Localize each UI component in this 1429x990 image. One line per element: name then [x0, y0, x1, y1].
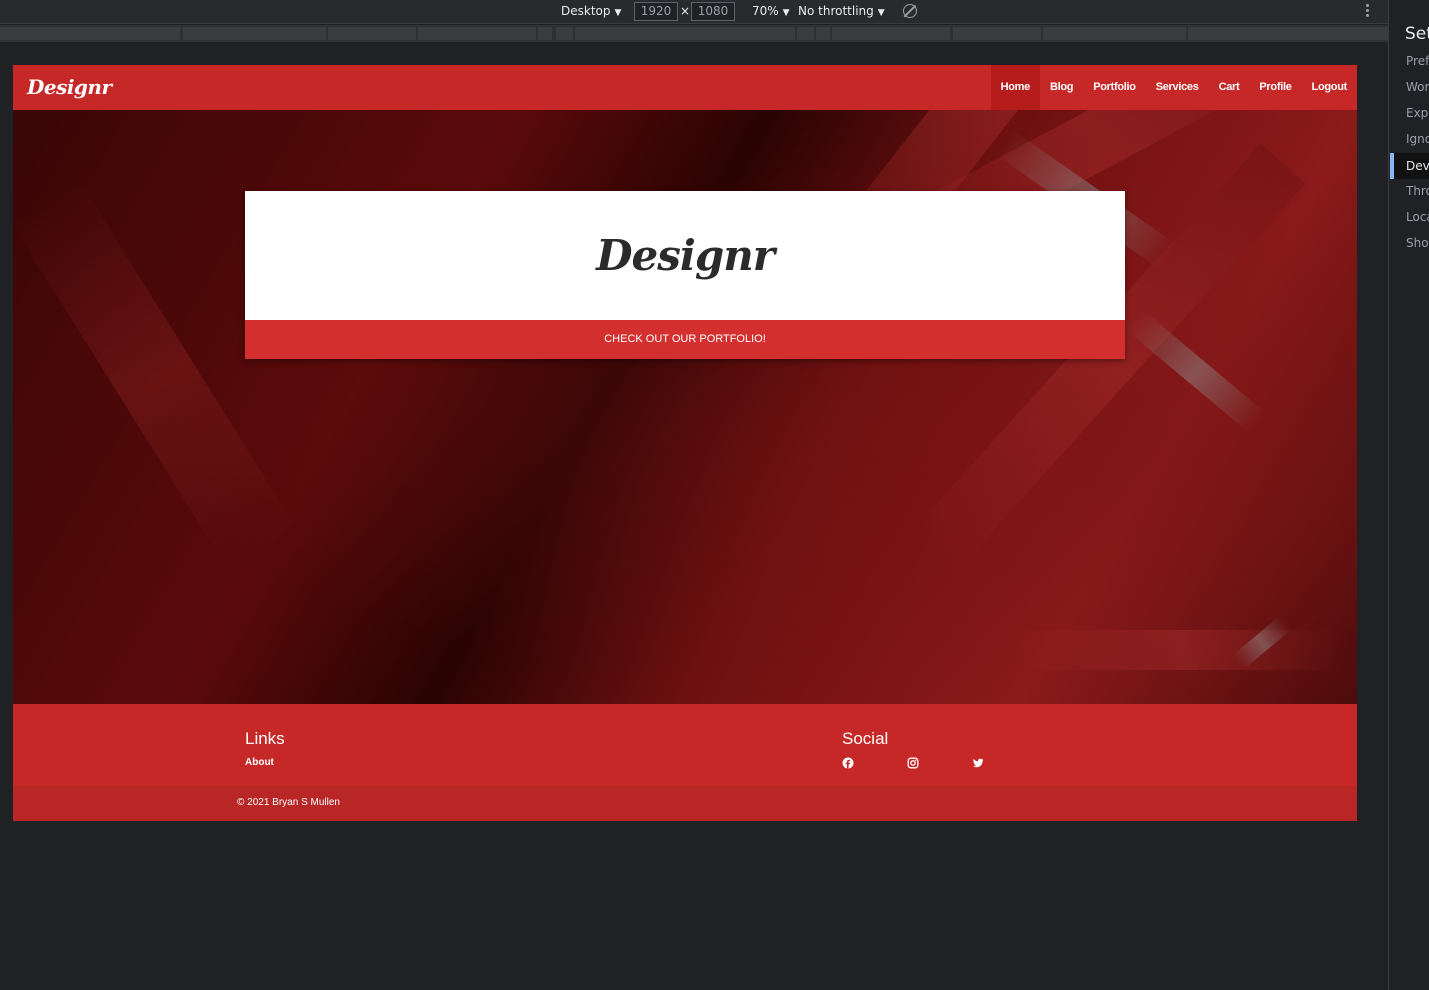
social-heading: Social	[842, 729, 889, 748]
brand-logo[interactable]: Designr	[27, 75, 112, 99]
nav-home[interactable]: Home	[990, 65, 1040, 110]
more-options-icon[interactable]	[1362, 3, 1372, 21]
nav-cart[interactable]: Cart	[1209, 65, 1250, 110]
settings-title: Settings	[1405, 24, 1429, 44]
facebook-icon[interactable]	[842, 757, 854, 769]
chevron-down-icon: ▼	[614, 8, 622, 18]
settings-panel: Settings Preferences Workspace Experimen…	[1389, 0, 1429, 990]
media-query-ruler[interactable]	[0, 25, 1388, 42]
nav-portfolio[interactable]: Portfolio	[1083, 65, 1146, 110]
throttling-select-label: No throttling	[798, 4, 874, 18]
copyright: © 2021 Bryan S Mullen	[237, 797, 340, 808]
height-input[interactable]: 1080	[691, 2, 735, 21]
settings-item-shortcuts[interactable]: Shortcuts	[1406, 236, 1429, 250]
rotate-icon[interactable]	[903, 4, 917, 18]
links-heading: Links	[245, 729, 285, 748]
nav-profile[interactable]: Profile	[1249, 65, 1301, 110]
nav-logout[interactable]: Logout	[1302, 65, 1357, 110]
nav-blog[interactable]: Blog	[1040, 65, 1083, 110]
width-input[interactable]: 1920	[634, 2, 678, 21]
hero-section: Designr CHECK OUT OUR PORTFOLIO!	[13, 110, 1357, 704]
settings-item-preferences[interactable]: Preferences	[1406, 54, 1429, 68]
settings-item-throttling[interactable]: Throttling	[1406, 184, 1429, 198]
device-toolbar: Desktop ▼ 1920 × 1080 70% ▼ No throttling ▼	[0, 0, 1388, 24]
zoom-select-label: 70%	[752, 4, 779, 18]
device-select[interactable]: Desktop ▼	[561, 4, 621, 18]
portfolio-cta-button[interactable]: CHECK OUT OUR PORTFOLIO!	[245, 320, 1125, 359]
footer-bottom: © 2021 Bryan S Mullen	[13, 786, 1357, 821]
twitter-icon[interactable]	[972, 757, 984, 769]
navbar: Designr Home Blog Portfolio Services Car…	[13, 65, 1357, 110]
settings-item-locations[interactable]: Locations	[1406, 210, 1429, 224]
settings-item-devices[interactable]: Devices	[1390, 153, 1429, 179]
settings-item-ignore-list[interactable]: Ignore List	[1406, 132, 1429, 146]
about-link[interactable]: About	[245, 757, 274, 768]
footer: Links About Social	[13, 704, 1357, 786]
chevron-down-icon: ▼	[877, 8, 885, 18]
settings-item-workspace[interactable]: Workspace	[1406, 80, 1429, 94]
device-select-label: Desktop	[561, 4, 611, 18]
settings-item-experiments[interactable]: Experiments	[1406, 106, 1429, 120]
chevron-down-icon: ▼	[782, 8, 790, 18]
dimension-separator: ×	[680, 4, 691, 18]
emulated-page: Designr Home Blog Portfolio Services Car…	[13, 65, 1357, 821]
nav-services[interactable]: Services	[1146, 65, 1209, 110]
instagram-icon[interactable]	[907, 757, 919, 769]
nav-links: Home Blog Portfolio Services Cart Profil…	[990, 65, 1357, 110]
throttling-select[interactable]: No throttling ▼	[798, 4, 885, 18]
hero-card: Designr CHECK OUT OUR PORTFOLIO!	[245, 191, 1125, 359]
hero-title: Designr	[596, 231, 775, 280]
zoom-select[interactable]: 70% ▼	[752, 4, 790, 18]
